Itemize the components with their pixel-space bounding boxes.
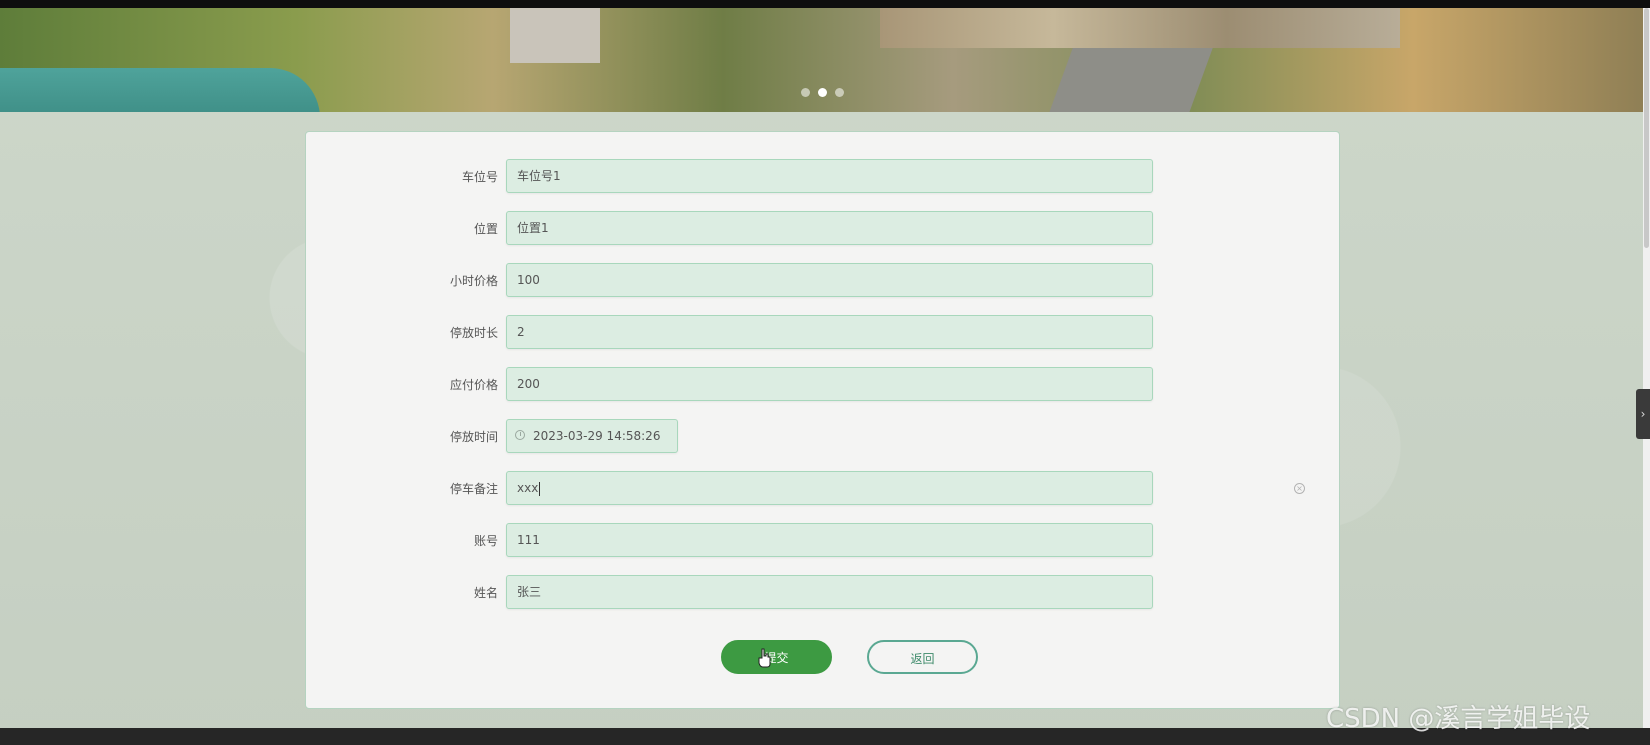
label-parking-time: 停放时间 (449, 430, 498, 444)
clear-icon[interactable]: × (1294, 483, 1305, 494)
input-amount-due[interactable]: 200 (506, 367, 1153, 401)
input-space-number[interactable]: 车位号1 (506, 159, 1153, 193)
form-row-duration: 停放时长 2 (306, 315, 1339, 351)
banner-town (880, 8, 1400, 48)
label-location: 位置 (473, 222, 498, 236)
submit-button[interactable]: 提交 (721, 640, 832, 674)
label-duration: 停放时长 (449, 326, 498, 340)
top-strip (0, 0, 1650, 8)
form-row-location: 位置 位置1 (306, 211, 1339, 247)
banner-building (510, 8, 600, 63)
remarks-text: xxx (517, 481, 539, 495)
input-account[interactable]: 111 (506, 523, 1153, 557)
input-hourly-price[interactable]: 100 (506, 263, 1153, 297)
text-caret (539, 481, 541, 496)
parking-form-card: 车位号 车位号1 位置 位置1 小时价格 100 停放时长 2 应付价格 200… (305, 131, 1340, 709)
banner-road (1047, 48, 1213, 112)
label-hourly-price: 小时价格 (449, 274, 498, 288)
form-row-remarks: 停车备注 xxx × (306, 471, 1339, 507)
hand-cursor-icon (758, 648, 771, 668)
carousel-dot-2[interactable] (818, 88, 827, 97)
form-row-account: 账号 111 (306, 523, 1339, 559)
form-row-amount-due: 应付价格 200 (306, 367, 1339, 403)
carousel-dot-1[interactable] (801, 88, 810, 97)
form-row-space-number: 车位号 车位号1 (306, 159, 1339, 195)
input-location[interactable]: 位置1 (506, 211, 1153, 245)
clock-icon (515, 430, 525, 440)
label-remarks: 停车备注 (449, 482, 498, 496)
scrollbar-thumb[interactable] (1644, 8, 1649, 248)
side-toggle-button[interactable]: › (1636, 389, 1650, 439)
form-row-hourly-price: 小时价格 100 (306, 263, 1339, 299)
input-parking-time[interactable]: 2023-03-29 14:58:26 (506, 419, 678, 453)
form-row-name: 姓名 张三 (306, 575, 1339, 611)
back-button[interactable]: 返回 (867, 640, 978, 674)
label-amount-due: 应付价格 (449, 378, 498, 392)
label-account: 账号 (473, 534, 498, 548)
carousel-dot-3[interactable] (835, 88, 844, 97)
input-duration[interactable]: 2 (506, 315, 1153, 349)
watermark: CSDN @溪言学姐毕设 (1326, 704, 1591, 734)
carousel-dots (0, 88, 1650, 100)
form-row-parking-time: 停放时间 2023-03-29 14:58:26 (306, 419, 1339, 455)
input-remarks[interactable]: xxx (506, 471, 1153, 505)
label-name: 姓名 (473, 586, 498, 600)
input-name[interactable]: 张三 (506, 575, 1153, 609)
label-space-number: 车位号 (461, 170, 498, 184)
